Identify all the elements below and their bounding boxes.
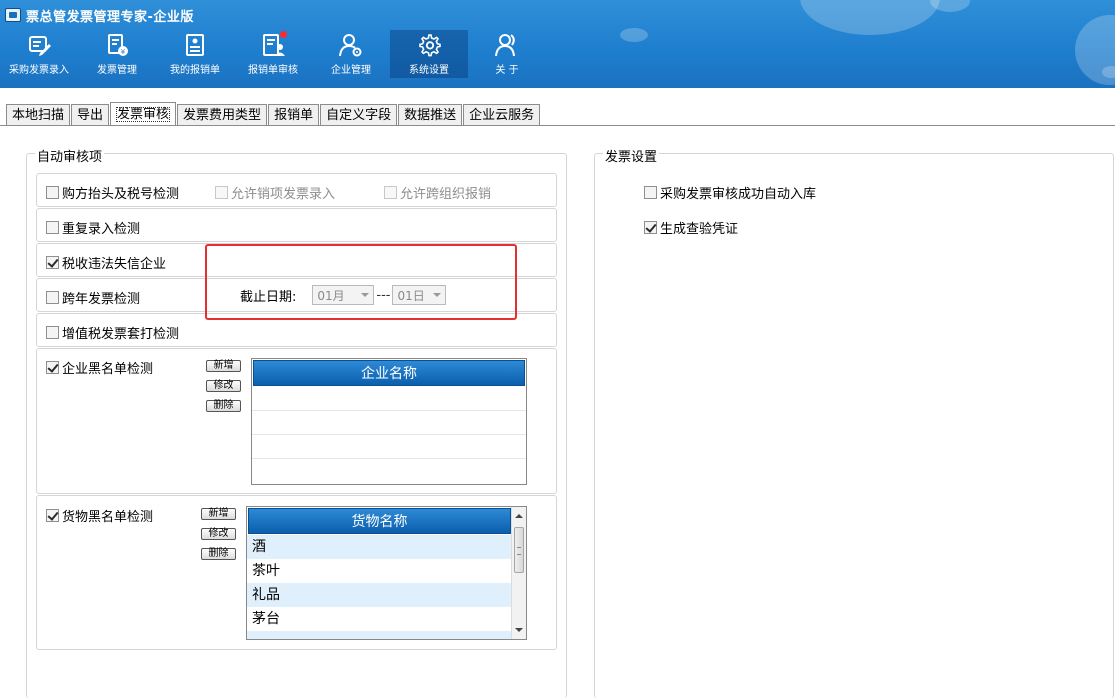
goods-name-header: 货物名称 — [248, 508, 511, 534]
checkbox-box — [46, 256, 59, 269]
checkbox-box — [384, 186, 397, 199]
toolbar-label: 发票管理 — [97, 65, 137, 76]
toolbar-label: 系统设置 — [409, 65, 449, 76]
vat-overprint-checkbox[interactable]: 增值税发票套打检测 — [46, 323, 179, 342]
group-legend: 自动审核项 — [35, 146, 105, 165]
toolbar-reimbursement-review[interactable]: 报销单审核 — [234, 30, 312, 78]
toolbar-label: 报销单审核 — [248, 65, 298, 76]
scroll-down-icon[interactable] — [515, 628, 523, 632]
settings-tabs: 本地扫描 导出 发票审核 发票费用类型 报销单 自定义字段 数据推送 企业云服务 — [0, 102, 541, 126]
toolbar-my-reimbursement[interactable]: 我的报销单 — [156, 30, 234, 78]
duplicate-check-checkbox[interactable]: 重复录入检测 — [46, 218, 140, 237]
title-bar: 票总管发票管理专家-企业版 — [0, 0, 1115, 30]
app-title: 票总管发票管理专家-企业版 — [26, 9, 194, 25]
invoice-manage-icon: ¥ — [108, 34, 128, 56]
checkbox-box — [215, 186, 228, 199]
tab-divider — [0, 125, 1115, 126]
tab-data-push[interactable]: 数据推送 — [398, 104, 463, 126]
checkbox-box — [644, 186, 657, 199]
toolbar-label: 我的报销单 — [170, 65, 220, 76]
tax-violation-checkbox[interactable]: 税收违法失信企业 — [46, 253, 166, 272]
table-row — [252, 411, 526, 435]
checkbox-box — [46, 326, 59, 339]
tab-reimbursement[interactable]: 报销单 — [268, 104, 320, 126]
app-logo-icon — [5, 8, 21, 22]
buyer-check-checkbox[interactable]: 购方抬头及税号检测 — [46, 183, 179, 202]
notification-dot — [280, 31, 287, 38]
company-name-header: 企业名称 — [253, 360, 525, 386]
company-blacklist-table[interactable]: 企业名称 — [251, 358, 527, 485]
goods-delete-button[interactable]: 删除 — [201, 548, 236, 560]
checkbox-box — [46, 361, 59, 374]
reimbursement-icon — [186, 34, 204, 56]
checkbox-box — [46, 186, 59, 199]
company-edit-button[interactable]: 修改 — [206, 380, 241, 392]
table-row[interactable]: 茅台 — [247, 607, 512, 631]
table-row[interactable]: 礼品 — [247, 583, 512, 607]
company-add-button[interactable]: 新增 — [206, 360, 241, 372]
about-icon — [495, 34, 515, 57]
toolbar-invoice-manage[interactable]: ¥ 发票管理 — [78, 30, 156, 78]
goods-blacklist-checkbox[interactable]: 货物黑名单检测 — [46, 506, 153, 525]
allow-cross-org-checkbox[interactable]: 允许跨组织报销 — [384, 183, 491, 202]
toolbar-label: 企业管理 — [331, 65, 371, 76]
toolbar-label: 关 于 — [495, 65, 519, 76]
table-row[interactable]: 茶叶 — [247, 559, 512, 583]
main-toolbar: 采购发票录入 ¥ 发票管理 我的报销单 报销单审核 企业管理 系统设置 关 于 — [0, 30, 546, 78]
tab-export[interactable]: 导出 — [71, 104, 110, 126]
toolbar-invoice-entry[interactable]: 采购发票录入 — [0, 30, 78, 78]
checkbox-box — [46, 291, 59, 304]
company-blacklist-checkbox[interactable]: 企业黑名单检测 — [46, 358, 153, 377]
auto-stock-checkbox[interactable]: 采购发票审核成功自动入库 — [644, 183, 816, 202]
goods-edit-button[interactable]: 修改 — [201, 528, 236, 540]
company-delete-button[interactable]: 删除 — [206, 400, 241, 412]
cross-year-checkbox[interactable]: 跨年发票检测 — [46, 288, 140, 307]
allow-sales-entry-checkbox[interactable]: 允许销项发票录入 — [215, 183, 335, 202]
table-row — [252, 435, 526, 459]
goods-blacklist-table[interactable]: 货物名称 酒 茶叶 礼品 茅台 — [246, 506, 527, 640]
tab-cloud-service[interactable]: 企业云服务 — [463, 104, 541, 126]
app-header: 票总管发票管理专家-企业版 采购发票录入 ¥ 发票管理 我的报销单 报销单审核 … — [0, 0, 1115, 88]
toolbar-enterprise-manage[interactable]: 企业管理 — [312, 30, 390, 78]
checkbox-box — [46, 509, 59, 522]
table-row-partial[interactable] — [247, 631, 512, 639]
tab-expense-types[interactable]: 发票费用类型 — [177, 104, 268, 126]
group-legend: 发票设置 — [603, 146, 660, 165]
checkbox-box — [46, 221, 59, 234]
gear-icon — [419, 34, 441, 57]
scroll-up-icon[interactable] — [515, 514, 523, 518]
goods-add-button[interactable]: 新增 — [201, 508, 236, 520]
svg-text:¥: ¥ — [121, 48, 126, 56]
goods-scrollbar[interactable] — [511, 507, 526, 639]
enterprise-manage-icon — [339, 34, 362, 57]
toolbar-system-settings[interactable]: 系统设置 — [390, 30, 468, 78]
toolbar-about[interactable]: 关 于 — [468, 30, 546, 78]
checkbox-box — [644, 221, 657, 234]
scroll-thumb[interactable] — [514, 527, 524, 573]
table-row — [252, 387, 526, 411]
toolbar-label: 采购发票录入 — [9, 65, 69, 76]
tab-custom-fields[interactable]: 自定义字段 — [320, 104, 398, 126]
generate-voucher-checkbox[interactable]: 生成查验凭证 — [644, 218, 738, 237]
red-highlight-box — [205, 244, 517, 320]
tab-local-scan[interactable]: 本地扫描 — [6, 104, 71, 126]
table-row[interactable]: 酒 — [247, 535, 512, 559]
tab-invoice-review[interactable]: 发票审核 — [110, 102, 177, 126]
invoice-entry-icon — [29, 36, 51, 56]
